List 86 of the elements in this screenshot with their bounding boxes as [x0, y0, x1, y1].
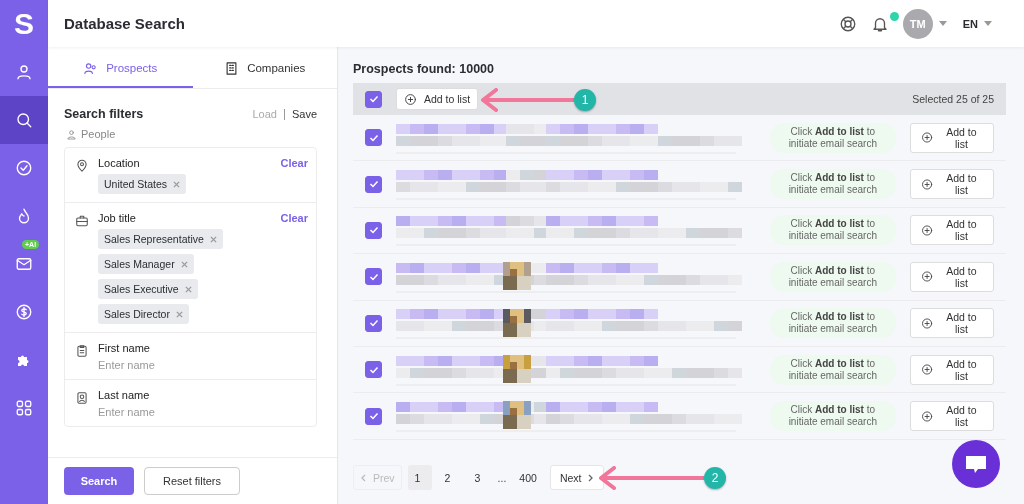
reset-button[interactable]: Reset filters [144, 467, 240, 495]
remove-icon[interactable] [209, 235, 217, 243]
save-link[interactable]: Save [291, 108, 317, 120]
chevron-left-icon [360, 473, 368, 482]
mail-icon [15, 255, 33, 273]
filter-chip[interactable]: United States [98, 174, 187, 194]
search-button[interactable]: Search [64, 467, 134, 495]
filter-label: Location [98, 157, 140, 169]
language-selector[interactable]: EN [962, 17, 978, 30]
search-icon [15, 111, 33, 129]
selection-count: Selected 25 of 25 [912, 93, 994, 105]
add-to-list-button[interactable]: Add to list [909, 122, 994, 153]
results-count: Prospects found: 10000 [353, 62, 495, 76]
add-to-list-button[interactable]: Add to list [909, 215, 994, 246]
checkbox[interactable] [365, 361, 382, 379]
remove-icon[interactable] [175, 310, 183, 318]
chat-icon [964, 453, 988, 475]
dollar-icon [15, 303, 33, 321]
email-hint: Click Add to list to initiate email search [770, 401, 896, 432]
badge-icon [75, 391, 89, 405]
next-button[interactable]: Next [549, 465, 605, 490]
filter-label: Last name [98, 389, 150, 401]
people-icon [83, 60, 99, 76]
pin-icon [75, 159, 89, 173]
caret-icon [984, 21, 992, 26]
building-icon [224, 60, 240, 76]
chevron-right-icon [586, 473, 595, 482]
plus-circle-icon [920, 131, 933, 145]
filter-label: First name [98, 342, 150, 354]
clear-link[interactable]: Clear [280, 212, 308, 224]
add-to-list-button[interactable]: Add to list [909, 261, 994, 292]
group-label: People [81, 128, 116, 140]
checkbox[interactable] [365, 129, 382, 147]
checkbox[interactable] [365, 90, 382, 108]
filter-chip[interactable]: Sales Executive [98, 279, 198, 299]
email-hint: Click Add to list to initiate email search [770, 169, 896, 200]
remove-icon[interactable] [184, 285, 192, 293]
person-icon [66, 128, 77, 140]
checkbox[interactable] [365, 314, 382, 332]
briefcase-icon [75, 214, 89, 228]
filter-label: Job title [98, 212, 136, 224]
email-hint: Click Add to list to initiate email search [770, 122, 896, 153]
check-circle-icon [15, 159, 33, 177]
app-logo[interactable]: S [14, 0, 34, 48]
checkbox[interactable] [365, 268, 382, 286]
plus-circle-icon [920, 316, 933, 330]
plus-circle-icon [920, 223, 933, 237]
page-button[interactable]: 3 [467, 465, 492, 490]
caret-icon [938, 21, 947, 26]
add-to-list-button[interactable]: Add to list [909, 169, 994, 200]
plus-circle-icon [920, 177, 933, 191]
sidebar-item[interactable] [0, 96, 48, 144]
tab[interactable]: Prospects [48, 50, 193, 88]
checkmark-icon [367, 93, 380, 105]
page-button[interactable]: 400 [512, 465, 544, 490]
plus-circle-icon [920, 270, 933, 284]
add-to-list-button[interactable]: Add to list [909, 401, 994, 432]
add-to-list-button[interactable]: Add to list [396, 88, 479, 110]
remove-icon[interactable] [173, 180, 181, 188]
checkbox[interactable] [365, 175, 382, 193]
plus-circle-icon [404, 92, 417, 106]
page-button[interactable]: 2 [437, 465, 462, 490]
email-hint: Click Add to list to initiate email search [770, 308, 896, 339]
plus-circle-icon [920, 363, 933, 377]
email-hint: Click Add to list to initiate email search [770, 261, 896, 292]
filter-chip[interactable]: Sales Director [98, 304, 189, 324]
section-title: Search filters [64, 107, 145, 121]
add-to-list-button[interactable]: Add to list [909, 308, 994, 339]
plus-circle-icon [920, 409, 933, 423]
remove-icon[interactable] [180, 260, 188, 268]
clipboard-icon [75, 344, 89, 358]
add-to-list-button[interactable]: Add to list [909, 354, 994, 385]
page-title: Database Search [64, 15, 186, 32]
filter-chip[interactable]: Sales Representative [98, 229, 223, 249]
checkbox[interactable] [365, 407, 382, 425]
page-button[interactable]: 1 [407, 465, 432, 490]
filter-chip[interactable]: Sales Manager [98, 254, 194, 274]
email-hint: Click Add to list to initiate email search [770, 354, 896, 385]
ellipsis: ... [497, 471, 507, 484]
person-icon [15, 63, 33, 81]
checkbox[interactable] [365, 221, 382, 239]
lifebuoy-icon[interactable] [838, 14, 857, 33]
grid-icon [15, 399, 33, 417]
clear-link[interactable]: Clear [280, 157, 308, 169]
tab[interactable]: Companies [192, 50, 337, 88]
email-hint: Click Add to list to initiate email search [770, 215, 896, 246]
